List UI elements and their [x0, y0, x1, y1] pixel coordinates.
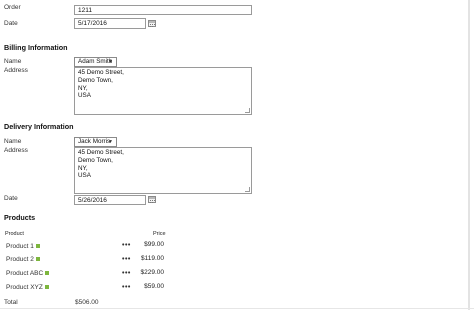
product-price: $59.00 [144, 283, 164, 290]
order-input[interactable]: 1211 [74, 5, 252, 15]
products-col-price: Price [153, 231, 166, 237]
product-name: Product ABC [6, 270, 44, 277]
address-line: 45 Demo Street, [78, 69, 124, 76]
delivery-name-value: Jack Morris [78, 138, 111, 145]
billing-heading: Billing Information [4, 43, 68, 52]
chevron-down-icon: ▼ [108, 139, 113, 145]
status-indicator-icon [45, 271, 50, 276]
chevron-down-icon: ▼ [108, 59, 113, 65]
delivery-heading: Delivery Information [4, 122, 74, 131]
order-label: Order [4, 4, 21, 11]
calendar-icon[interactable] [148, 196, 156, 203]
address-line: USA [78, 172, 91, 180]
delivery-date-label: Date [4, 195, 18, 202]
billing-address-textarea[interactable]: 45 Demo Street, Demo Town, NY, USA [74, 67, 252, 115]
status-indicator-icon [44, 285, 49, 290]
billing-name-select[interactable]: Adam Smith ▼ [74, 57, 117, 67]
list-item: Product XYZ [6, 284, 49, 291]
list-item: Product 2 [6, 256, 40, 263]
delivery-address-textarea[interactable]: 45 Demo Street, Demo Town, NY, USA [74, 147, 252, 194]
product-name: Product 2 [6, 256, 34, 263]
delivery-date-input[interactable]: 5/26/2016 [74, 195, 146, 205]
address-line: Demo Town, [78, 76, 113, 84]
status-indicator-icon [35, 244, 40, 249]
product-price: $119.00 [140, 255, 164, 262]
total-value: $506.00 [75, 299, 99, 306]
billing-name-label: Name [4, 58, 22, 65]
product-name: Product XYZ [6, 284, 43, 291]
divider [0, 308, 474, 309]
address-line: Demo Town, [78, 156, 113, 164]
address-line: NY, [78, 84, 88, 92]
address-line: NY, [78, 164, 88, 172]
products-col-product: Product [5, 231, 24, 237]
resize-grip-icon[interactable] [245, 187, 250, 192]
product-price: $229.00 [140, 269, 165, 276]
products-heading: Products [4, 213, 36, 222]
resize-grip-icon[interactable] [245, 108, 250, 113]
list-item: Product ABC [6, 270, 50, 277]
order-date-label: Date [4, 20, 18, 27]
list-item: Product 1 [6, 243, 40, 250]
product-name: Product 1 [6, 243, 34, 250]
product-price: $99.00 [144, 241, 164, 248]
order-date-input[interactable]: 5/17/2016 [74, 18, 146, 29]
status-indicator-icon [35, 257, 40, 262]
delivery-name-label: Name [4, 138, 22, 145]
calendar-icon[interactable] [148, 20, 156, 27]
scrollbar-track[interactable] [468, 0, 470, 310]
total-label: Total [4, 299, 18, 306]
delivery-address-label: Address [4, 147, 28, 154]
address-line: 45 Demo Street, [78, 149, 124, 156]
address-line: USA [78, 92, 91, 100]
delivery-name-select[interactable]: Jack Morris ▼ [74, 137, 117, 147]
billing-address-label: Address [4, 67, 28, 74]
